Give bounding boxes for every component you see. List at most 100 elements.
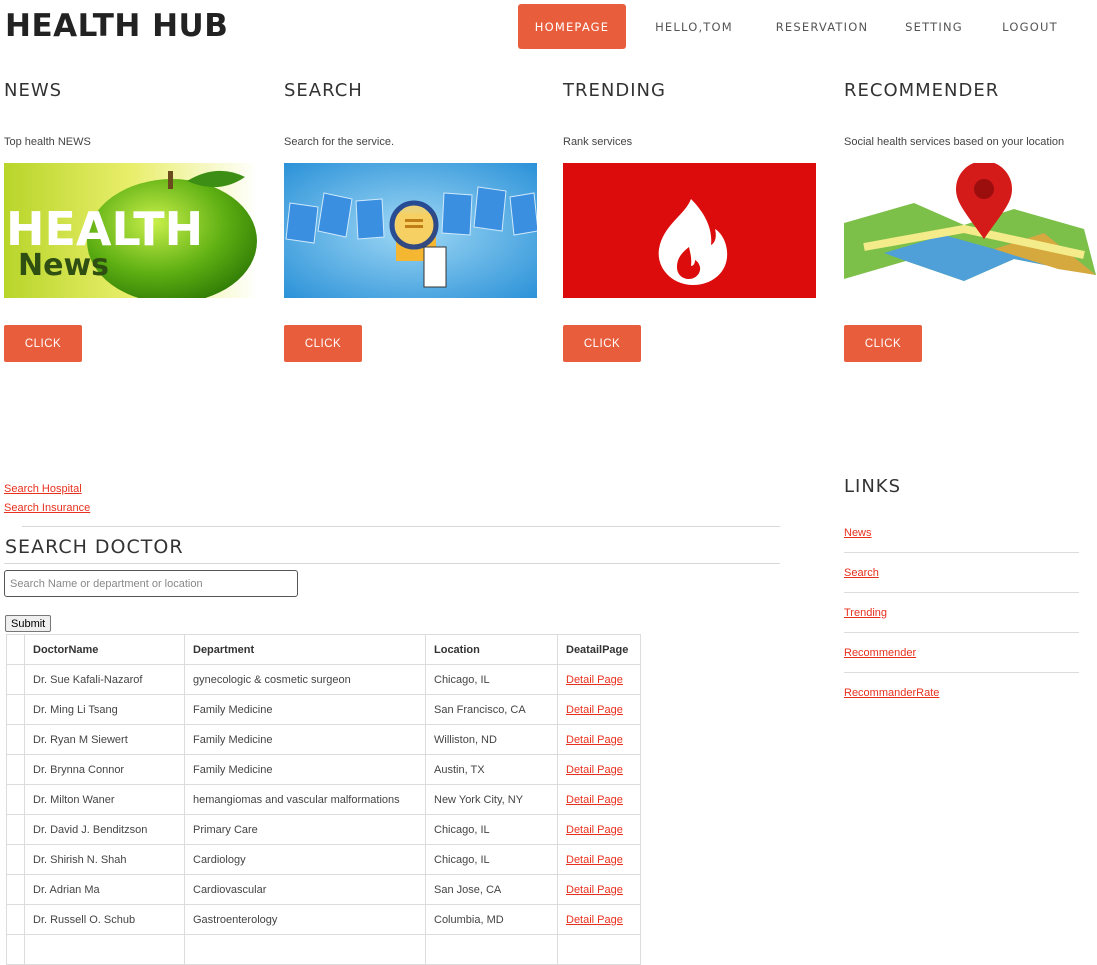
feature-recommender: RECOMMENDER Social health services based…: [844, 80, 1097, 362]
doctor-name-cell: Dr. Russell O. Schub: [24, 904, 185, 935]
detail-page-cell: Detail Page: [557, 694, 641, 725]
feature-title: NEWS: [4, 80, 63, 101]
table-row: Dr. Sue Kafali-Nazarof gynecologic & cosm…: [6, 664, 641, 695]
divider: [4, 563, 780, 564]
doctor-name-cell: Dr. Adrian Ma: [24, 874, 185, 905]
detail-page-link[interactable]: Detail Page: [566, 824, 623, 836]
doctor-table: DoctorName Department Location DeatailPa…: [6, 634, 641, 965]
doctor-name-cell: Dr. Ming Li Tsang: [24, 694, 185, 725]
submit-button[interactable]: Submit: [5, 615, 52, 632]
detail-page-link[interactable]: Detail Page: [566, 794, 623, 806]
department-cell: Family Medicine: [184, 694, 426, 725]
detail-page-link[interactable]: Detail Page: [566, 704, 623, 716]
feature-search: SEARCH Search for the service. CLICK: [284, 80, 544, 362]
quick-links: Search Hospital Search Insurance: [4, 479, 90, 517]
location-cell: [425, 934, 558, 965]
detail-page-link[interactable]: Detail Page: [566, 734, 623, 746]
sidebar-item-search: Search: [844, 553, 1079, 593]
row-blank-cell: [6, 754, 25, 785]
location-cell: Chicago, IL: [425, 664, 558, 695]
detail-page-link[interactable]: Detail Page: [566, 914, 623, 926]
col-header-department: Department: [184, 634, 426, 665]
location-cell: San Francisco, CA: [425, 694, 558, 725]
detail-page-cell: [557, 934, 641, 965]
row-blank-cell: [6, 874, 25, 905]
sidebar-item-news: News: [844, 513, 1079, 553]
doctor-search-input[interactable]: [4, 570, 298, 597]
nav-homepage[interactable]: HOMEPAGE: [518, 4, 626, 49]
recommender-link[interactable]: Recommender: [844, 647, 916, 659]
location-cell: New York City, NY: [425, 784, 558, 815]
sidebar-item-recommender: Recommender: [844, 633, 1079, 673]
table-row: [6, 934, 641, 965]
department-cell: Gastroenterology: [184, 904, 426, 935]
feature-title: RECOMMENDER: [844, 80, 1000, 101]
news-click-button[interactable]: CLICK: [4, 325, 82, 362]
location-cell: Columbia, MD: [425, 904, 558, 935]
brand-logo[interactable]: HEALTH HUB: [5, 8, 228, 44]
location-cell: Chicago, IL: [425, 814, 558, 845]
detail-page-link[interactable]: Detail Page: [566, 854, 623, 866]
detail-page-cell: Detail Page: [557, 754, 641, 785]
row-blank-cell: [6, 784, 25, 815]
feature-title: SEARCH: [284, 80, 363, 101]
table-row: Dr. Adrian Ma Cardiovascular San Jose, CA D…: [6, 874, 641, 905]
row-blank-cell: [6, 724, 25, 755]
trending-image: [563, 163, 816, 298]
trending-click-button[interactable]: CLICK: [563, 325, 641, 362]
search-hospital-link[interactable]: Search Hospital: [4, 483, 82, 495]
feature-trending: TRENDING Rank services CLICK: [563, 80, 823, 362]
department-cell: gynecologic & cosmetic surgeon: [184, 664, 426, 695]
search-documents-image: [284, 163, 537, 298]
location-cell: Austin, TX: [425, 754, 558, 785]
table-row: Dr. Shirish N. Shah Cardiology Chicago, IL…: [6, 844, 641, 875]
doctor-name-cell: Dr. Sue Kafali-Nazarof: [24, 664, 185, 695]
doctor-name-cell: Dr. Shirish N. Shah: [24, 844, 185, 875]
search-link[interactable]: Search: [844, 567, 879, 579]
doctor-name-cell: Dr. Brynna Connor: [24, 754, 185, 785]
recommander-rate-link[interactable]: RecommanderRate: [844, 687, 939, 699]
department-cell: hemangiomas and vascular malformations: [184, 784, 426, 815]
recommender-click-button[interactable]: CLICK: [844, 325, 922, 362]
detail-page-link[interactable]: Detail Page: [566, 674, 623, 686]
detail-page-cell: Detail Page: [557, 874, 641, 905]
table-row: Dr. Russell O. Schub Gastroenterology Colu…: [6, 904, 641, 935]
search-click-button[interactable]: CLICK: [284, 325, 362, 362]
search-doctor-title: SEARCH DOCTOR: [5, 536, 184, 558]
detail-page-link[interactable]: Detail Page: [566, 764, 623, 776]
feature-description: Social health services based on your loc…: [844, 136, 1065, 148]
feature-description: Rank services: [563, 136, 633, 148]
news-link[interactable]: News: [844, 527, 872, 539]
department-cell: Cardiology: [184, 844, 426, 875]
doctor-name-cell: Dr. Ryan M Siewert: [24, 724, 185, 755]
main-nav: HOMEPAGE HELLO,TOM RESERVATION SETTING L…: [518, 4, 1057, 49]
location-cell: San Jose, CA: [425, 874, 558, 905]
nav-logout[interactable]: LOGOUT: [1002, 4, 1056, 49]
col-header-blank: [6, 634, 25, 665]
department-cell: [184, 934, 426, 965]
col-header-location: Location: [425, 634, 558, 665]
department-cell: Family Medicine: [184, 754, 426, 785]
nav-hello-user[interactable]: HELLO,TOM: [652, 4, 736, 49]
detail-page-cell: Detail Page: [557, 814, 641, 845]
table-row: Dr. Milton Waner hemangiomas and vascular…: [6, 784, 641, 815]
health-news-image: HEALTH News: [4, 163, 257, 298]
row-blank-cell: [6, 844, 25, 875]
detail-page-link[interactable]: Detail Page: [566, 884, 623, 896]
table-header-row: DoctorName Department Location DeatailPa…: [6, 634, 641, 665]
search-insurance-link[interactable]: Search Insurance: [4, 502, 90, 514]
divider: [22, 526, 780, 527]
row-blank-cell: [6, 904, 25, 935]
department-cell: Family Medicine: [184, 724, 426, 755]
detail-page-cell: Detail Page: [557, 904, 641, 935]
detail-page-cell: Detail Page: [557, 724, 641, 755]
department-cell: Cardiovascular: [184, 874, 426, 905]
location-cell: Williston, ND: [425, 724, 558, 755]
nav-setting[interactable]: SETTING: [904, 4, 964, 49]
table-row: Dr. Brynna Connor Family Medicine Austin, …: [6, 754, 641, 785]
trending-link[interactable]: Trending: [844, 607, 887, 619]
table-row: Dr. Ryan M Siewert Family Medicine Willist…: [6, 724, 641, 755]
doctor-name-cell: Dr. David J. Benditzson: [24, 814, 185, 845]
doctor-name-cell: Dr. Milton Waner: [24, 784, 185, 815]
nav-reservation[interactable]: RESERVATION: [774, 4, 870, 49]
